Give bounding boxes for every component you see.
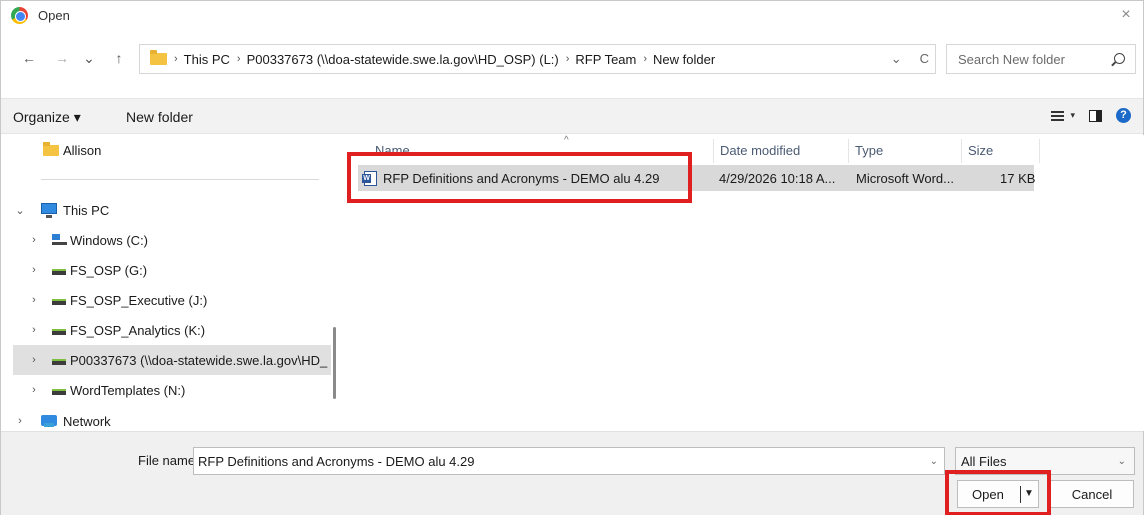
file-size: 17 KB (1000, 171, 1036, 186)
file-date-modified: 4/29/2026 10:18 A... (719, 171, 836, 186)
forward-arrow-icon[interactable]: → (54, 49, 70, 67)
highlight-box-file (347, 152, 692, 203)
file-type-filter-value: All Files (961, 454, 1007, 469)
dialog-footer: File name: RFP Definitions and Acronyms … (1, 431, 1143, 515)
windows-drive-icon (52, 234, 67, 245)
help-icon[interactable]: ? (1116, 108, 1131, 123)
window-title: Open (38, 8, 70, 23)
preview-pane-icon[interactable] (1089, 109, 1102, 122)
column-header-label: Type (855, 143, 884, 158)
tree-item-label: Windows (C:) (70, 232, 149, 248)
chevron-right-icon[interactable]: › (29, 324, 39, 336)
pc-icon (41, 203, 57, 218)
highlight-box-open (945, 470, 1051, 515)
chevron-right-icon[interactable]: › (29, 264, 39, 276)
breadcrumb-separator-icon: › (174, 53, 178, 65)
chevron-right-icon[interactable]: › (29, 294, 39, 306)
search-placeholder: Search New folder (958, 52, 1065, 67)
search-icon (1114, 53, 1125, 64)
network-drive-icon (52, 269, 66, 275)
organize-button[interactable]: Organize ▾ (13, 109, 81, 126)
tree-item-network[interactable]: › Network (1, 406, 331, 431)
tree-item-this-pc[interactable]: ⌄ This PC (1, 195, 331, 225)
file-name-label: File name: (138, 453, 199, 468)
column-header-type[interactable]: Type (849, 139, 962, 163)
folder-icon (43, 142, 59, 156)
breadcrumb-separator-icon: › (236, 53, 241, 65)
chevron-right-icon[interactable]: › (29, 354, 39, 366)
network-drive-icon (52, 389, 66, 395)
open-file-dialog: Open × ← → ⌄ ↑ › This PC › P00337673 (\\… (0, 0, 1144, 515)
cancel-button-label: Cancel (1071, 487, 1113, 502)
tree-item-wordtemplates[interactable]: › WordTemplates (N:) (1, 375, 331, 405)
file-type: Microsoft Word... (856, 171, 955, 186)
sort-ascending-icon: ^ (564, 135, 569, 146)
chevron-down-icon: ⌄ (1117, 456, 1126, 467)
navigation-pane: Allison ⌄ This PC › Windows (C:) › FS_OS… (1, 135, 343, 431)
back-arrow-icon[interactable]: ← (21, 49, 37, 67)
tree-item-label: P00337673 (\\doa-statewide.swe.la.gov\HD… (70, 352, 328, 368)
column-header-size[interactable]: Size (962, 139, 1040, 163)
command-toolbar: Organize ▾ New folder ▾ ? (1, 98, 1143, 134)
tree-divider (41, 179, 319, 180)
view-dropdown-icon[interactable]: ▾ (1070, 110, 1075, 121)
tree-item-label: Allison (63, 142, 102, 158)
network-drive-icon (52, 299, 66, 305)
tree-item-fs-osp[interactable]: › FS_OSP (G:) (1, 255, 331, 285)
column-header-date-modified[interactable]: Date modified (714, 139, 849, 163)
network-drive-icon (52, 359, 66, 365)
tree-item-fs-osp-analytics[interactable]: › FS_OSP_Analytics (K:) (1, 315, 331, 345)
new-folder-button[interactable]: New folder (126, 109, 193, 125)
breadcrumb-new-folder[interactable]: New folder (653, 52, 715, 67)
tree-item-p00337673[interactable]: › P00337673 (\\doa-statewide.swe.la.gov\… (13, 345, 331, 375)
tree-item-label: This PC (63, 202, 110, 218)
file-name-dropdown-icon[interactable]: ⌄ (930, 456, 938, 467)
address-bar[interactable]: › This PC › P00337673 (\\doa-statewide.s… (139, 44, 936, 74)
chevron-right-icon[interactable]: › (29, 384, 39, 396)
refresh-icon[interactable]: C (920, 51, 929, 67)
tree-item-label: WordTemplates (N:) (70, 382, 186, 398)
tree-item-fs-osp-executive[interactable]: › FS_OSP_Executive (J:) (1, 285, 331, 315)
navigation-pane-scrollbar[interactable] (333, 327, 336, 399)
breadcrumb-rfp-team[interactable]: RFP Team (575, 52, 636, 67)
tree-item-windows-c[interactable]: › Windows (C:) (1, 225, 331, 255)
chevron-down-icon[interactable]: ⌄ (15, 204, 25, 217)
breadcrumb-separator-icon: › (565, 53, 570, 65)
file-name-input[interactable]: RFP Definitions and Acronyms - DEMO alu … (193, 447, 945, 475)
column-header-label: Date modified (720, 143, 801, 158)
breadcrumb-this-pc[interactable]: This PC (184, 52, 230, 67)
network-icon (41, 415, 57, 427)
tree-item-label: FS_OSP_Analytics (K:) (70, 322, 206, 338)
breadcrumb-separator-icon: › (643, 53, 648, 65)
navigation-row: ← → ⌄ ↑ › This PC › P00337673 (\\doa-sta… (1, 39, 1143, 79)
breadcrumb-drive[interactable]: P00337673 (\\doa-statewide.swe.la.gov\HD… (247, 52, 559, 67)
network-drive-icon (52, 329, 66, 335)
tree-item-label: Network (63, 413, 111, 429)
chevron-right-icon[interactable]: › (29, 234, 39, 246)
address-dropdown-icon[interactable]: ⌄ (891, 51, 902, 67)
column-header-label: Size (968, 143, 994, 158)
recent-locations-chevron-icon[interactable]: ⌄ (81, 49, 97, 67)
folder-icon (150, 50, 167, 65)
file-name-value: RFP Definitions and Acronyms - DEMO alu … (198, 454, 475, 469)
chevron-right-icon[interactable]: › (15, 415, 25, 427)
search-box[interactable]: Search New folder (946, 44, 1136, 74)
close-icon[interactable]: × (1117, 6, 1135, 24)
tree-item-label: FS_OSP_Executive (J:) (70, 292, 208, 308)
cancel-button[interactable]: Cancel (1050, 480, 1134, 508)
title-bar: Open × (1, 1, 1143, 31)
chrome-icon (11, 7, 28, 24)
file-list-pane: ^ Name Date modified Type Size RFP Defin… (344, 135, 1144, 431)
tree-item-allison[interactable]: Allison (1, 135, 331, 165)
view-options-icon[interactable] (1051, 110, 1065, 121)
tree-item-label: FS_OSP (G:) (70, 262, 148, 278)
up-arrow-icon[interactable]: ↑ (111, 49, 127, 67)
